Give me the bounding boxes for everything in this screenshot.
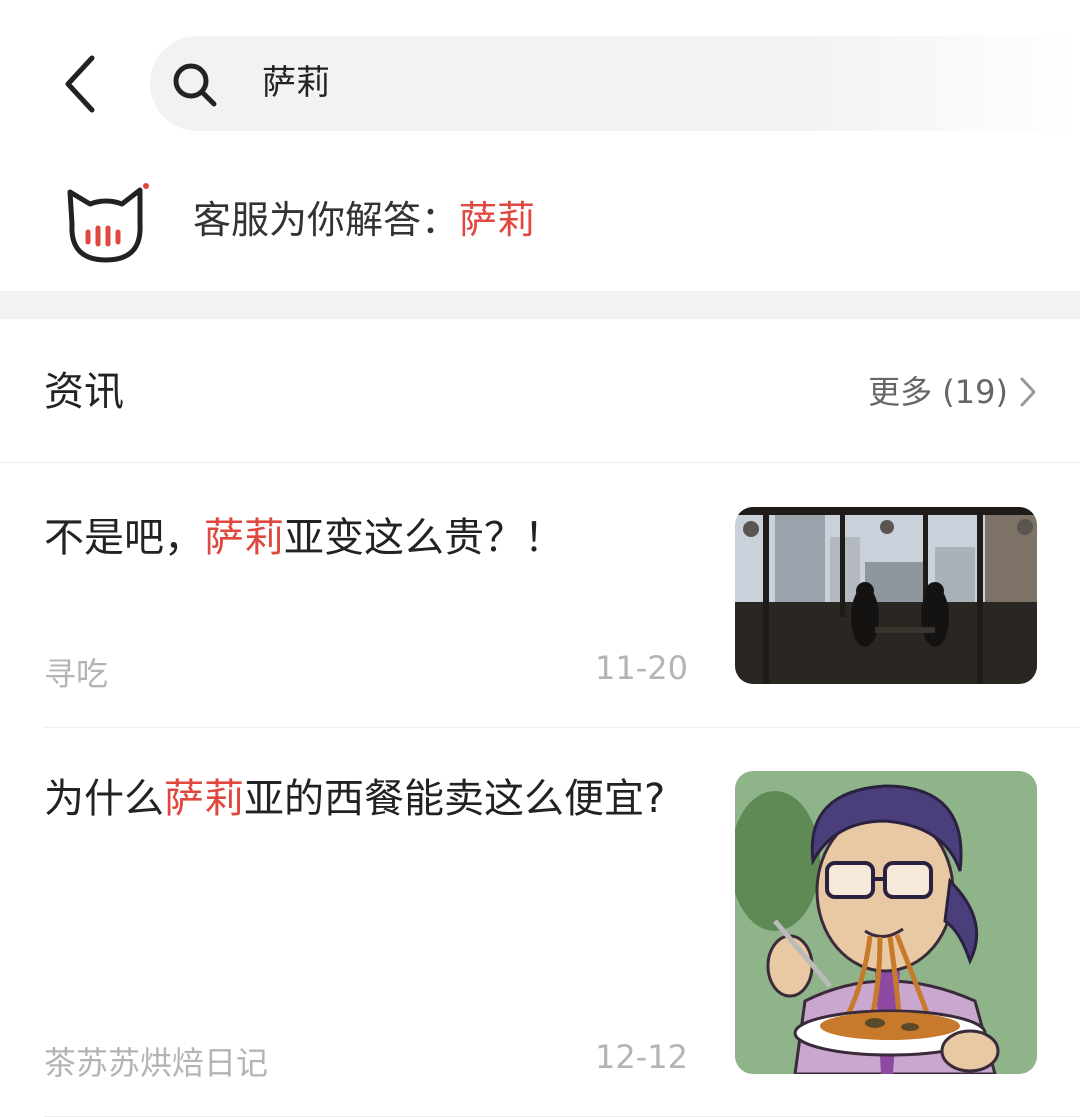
service-answer-text[interactable]: 客服为你解答：萨莉: [193, 190, 535, 250]
news-date: 11-20: [595, 649, 688, 687]
cat-mascot-icon: [67, 183, 149, 263]
news-title[interactable]: 不是吧，萨莉亚变这么贵？！: [44, 509, 684, 567]
title-keyword: 萨莉: [204, 515, 284, 561]
service-keyword: 萨莉: [459, 198, 536, 242]
news-title[interactable]: 为什么萨莉亚的西餐能卖这么便宜?: [44, 770, 684, 828]
news-item[interactable]: 不是吧，萨莉亚变这么贵？！ 寻吃 11-20: [0, 463, 1080, 727]
title-text: 亚的西餐能卖这么便宜?: [244, 776, 666, 822]
search-input[interactable]: 萨莉: [150, 36, 1080, 131]
news-source: 茶苏苏烘焙日记: [44, 1044, 269, 1082]
search-header: 萨莉: [0, 0, 1080, 165]
news-date: 12-12: [595, 1038, 688, 1076]
chevron-left-icon: [65, 55, 95, 113]
back-button[interactable]: [40, 40, 120, 128]
more-label: 更多 (19): [868, 373, 1008, 411]
restaurant-photo-icon: [735, 507, 1037, 684]
news-source: 寻吃: [44, 655, 109, 693]
title-text: 为什么: [44, 776, 164, 822]
search-query[interactable]: 萨莉: [262, 36, 330, 131]
service-prefix: 客服为你解答：: [193, 198, 460, 242]
section-title: 资讯: [44, 369, 124, 415]
title-keyword: 萨莉: [164, 776, 244, 822]
more-button[interactable]: 更多 (19): [868, 362, 1038, 422]
service-answer-row[interactable]: [0, 165, 1080, 291]
news-item[interactable]: 为什么萨莉亚的西餐能卖这么便宜? 茶苏苏烘焙日记 12-12: [0, 728, 1080, 1117]
title-text: 不是吧，: [44, 515, 204, 561]
anime-illustration-thumbnail[interactable]: [735, 771, 1037, 1074]
search-icon: [173, 63, 217, 107]
restaurant-photo-thumbnail[interactable]: [735, 507, 1037, 684]
anime-man-eating-pasta-icon: [735, 771, 1037, 1074]
title-text: 亚变这么贵？！: [284, 515, 564, 561]
chevron-right-icon: [1020, 377, 1036, 407]
section-separator: [0, 291, 1080, 319]
